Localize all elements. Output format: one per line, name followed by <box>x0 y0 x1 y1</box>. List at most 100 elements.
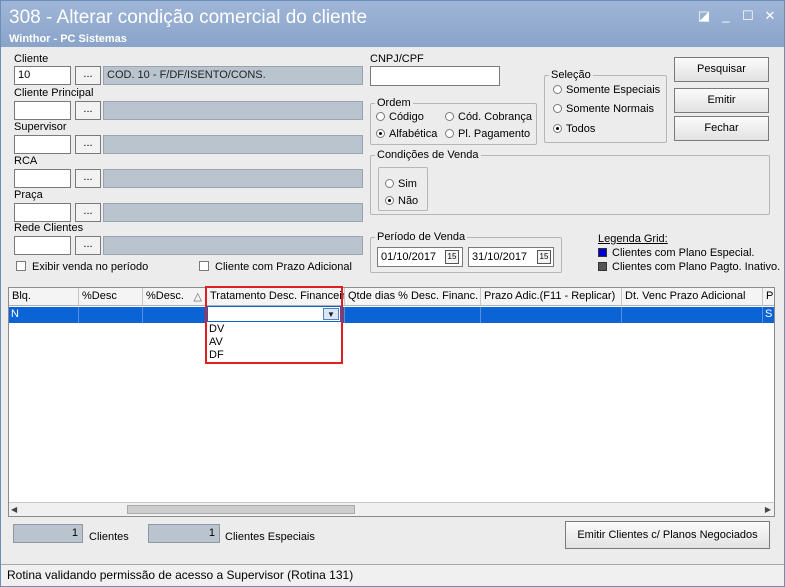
radio-dot-selected[interactable] <box>385 196 394 205</box>
radio-pl-pagamento[interactable]: Pl. Pagamento <box>445 128 530 140</box>
col-desc2[interactable]: %Desc. △ <box>143 288 207 306</box>
radio-nao-label: Não <box>398 195 419 207</box>
selecao-label: Seleção <box>549 69 593 81</box>
dropdown-option-df[interactable]: DF <box>209 349 224 361</box>
radio-dot-selected[interactable] <box>376 129 385 138</box>
legenda-especial: Clientes com Plano Especial. <box>598 247 754 259</box>
dropdown-list[interactable]: DV AV DF <box>207 322 341 362</box>
radio-dot[interactable] <box>376 112 385 121</box>
rca-desc <box>103 169 363 188</box>
cliente-code-input[interactable]: 10 <box>14 66 71 85</box>
cell-desc2[interactable] <box>143 307 207 323</box>
col-pl[interactable]: Pl <box>763 288 774 306</box>
praca-search-button[interactable]: ... <box>75 203 101 222</box>
col-dt-venc[interactable]: Dt. Venc Prazo Adicional <box>622 288 763 306</box>
rca-search-button[interactable]: ... <box>75 169 101 188</box>
cliente-principal-input[interactable] <box>14 101 71 120</box>
radio-especiais-label: Somente Especiais <box>566 84 661 96</box>
prazo-adicional-checkbox[interactable]: Cliente com Prazo Adicional <box>199 261 352 273</box>
radio-dot[interactable] <box>445 129 454 138</box>
radio-todos[interactable]: Todos <box>553 123 595 135</box>
table-row[interactable]: N S <box>9 307 774 323</box>
rede-clientes-label: Rede Clientes <box>14 222 84 234</box>
data-grid[interactable]: Blq. %Desc %Desc. △ Tratamento Desc. Fina… <box>8 287 775 517</box>
emitir-button[interactable]: Emitir <box>674 88 769 113</box>
radio-cod-cobranca[interactable]: Cód. Cobrança <box>445 111 532 123</box>
legenda-inativo-text: Clientes com Plano Pagto. Inativo. <box>612 261 781 273</box>
clientes-count: 1 <box>13 524 83 543</box>
radio-dot[interactable] <box>553 104 562 113</box>
cell-qtde[interactable] <box>345 307 481 323</box>
condicoes-group <box>370 155 770 215</box>
cliente-principal-desc <box>103 101 363 120</box>
rede-clientes-input[interactable] <box>14 236 71 255</box>
radio-alfabetica-label: Alfabética <box>389 128 438 140</box>
col-qtde-dias[interactable]: Qtde dias % Desc. Financ. <box>345 288 481 306</box>
col-desc[interactable]: %Desc <box>79 288 143 306</box>
horizontal-scrollbar[interactable]: ◀ ▶ <box>9 502 774 516</box>
chevron-down-icon[interactable]: ▼ <box>323 308 339 320</box>
clientes-count-label: Clientes <box>89 531 129 543</box>
scroll-thumb[interactable] <box>127 505 355 514</box>
cell-prazo[interactable] <box>481 307 622 323</box>
col-prazo-adic[interactable]: Prazo Adic.(F11 - Replicar) <box>481 288 622 306</box>
checkbox-box[interactable] <box>16 261 26 271</box>
radio-sim[interactable]: Sim <box>385 178 417 190</box>
checkbox-box[interactable] <box>199 261 209 271</box>
main-window: 308 - Alterar condição comercial do clie… <box>0 0 785 587</box>
dropdown-option-av[interactable]: AV <box>209 336 223 348</box>
close-icon[interactable]: ✕ <box>762 9 778 23</box>
condicoes-label: Condições de Venda <box>375 149 481 161</box>
legend-gray-square <box>598 262 607 271</box>
maximize-icon[interactable]: ☐ <box>740 9 756 23</box>
radio-normais-label: Somente Normais <box>566 103 655 115</box>
rede-clientes-search-button[interactable]: ... <box>75 236 101 255</box>
calendar-icon[interactable]: 15 <box>537 250 551 264</box>
emitir-label: Emitir <box>707 94 736 106</box>
radio-alfabetica[interactable]: Alfabética <box>376 128 437 140</box>
radio-somente-especiais[interactable]: Somente Especiais <box>553 84 660 96</box>
supervisor-input[interactable] <box>14 135 71 154</box>
emitir-planos-button[interactable]: Emitir Clientes c/ Planos Negociados <box>565 521 770 549</box>
radio-somente-normais[interactable]: Somente Normais <box>553 103 654 115</box>
sort-icon: △ <box>193 291 202 303</box>
radio-dot[interactable] <box>385 179 394 188</box>
cell-blq[interactable]: N <box>9 307 79 323</box>
rca-input[interactable] <box>14 169 71 188</box>
scroll-right-icon[interactable]: ▶ <box>765 505 771 514</box>
cliente-search-button[interactable]: ... <box>75 66 101 85</box>
prazo-adicional-label: Cliente com Prazo Adicional <box>215 261 352 273</box>
restore-icon[interactable]: ◪ <box>696 9 712 23</box>
cell-pl[interactable]: S <box>763 307 774 323</box>
pesquisar-button[interactable]: Pesquisar <box>674 57 769 82</box>
tratamento-dropdown[interactable]: ▼ <box>207 306 341 322</box>
radio-todos-label: Todos <box>566 123 596 135</box>
col-blq[interactable]: Blq. <box>9 288 79 306</box>
fechar-button[interactable]: Fechar <box>674 116 769 141</box>
especiais-count: 1 <box>148 524 220 543</box>
exibir-venda-label: Exibir venda no período <box>32 261 149 273</box>
cnpj-input[interactable] <box>370 66 500 86</box>
praca-input[interactable] <box>14 203 71 222</box>
periodo-label: Período de Venda <box>375 231 468 243</box>
cliente-principal-search-button[interactable]: ... <box>75 101 101 120</box>
emitir-planos-label: Emitir Clientes c/ Planos Negociados <box>577 529 758 541</box>
exibir-venda-checkbox[interactable]: Exibir venda no período <box>16 261 148 273</box>
radio-codigo[interactable]: Código <box>376 111 424 123</box>
minimize-icon[interactable]: _ <box>718 9 734 23</box>
scroll-left-icon[interactable]: ◀ <box>11 505 17 514</box>
praca-desc <box>103 203 363 222</box>
calendar-icon[interactable]: 15 <box>445 250 459 264</box>
dropdown-option-dv[interactable]: DV <box>209 323 224 335</box>
status-bar: Rotina validando permissão de acesso a S… <box>1 564 784 586</box>
rca-label: RCA <box>14 155 38 167</box>
radio-dot[interactable] <box>553 85 562 94</box>
cell-desc[interactable] <box>79 307 143 323</box>
radio-nao[interactable]: Não <box>385 195 418 207</box>
cell-dt-venc[interactable] <box>622 307 763 323</box>
radio-dot[interactable] <box>445 112 454 121</box>
supervisor-label: Supervisor <box>14 121 67 133</box>
supervisor-desc <box>103 135 363 154</box>
radio-dot-selected[interactable] <box>553 124 562 133</box>
supervisor-search-button[interactable]: ... <box>75 135 101 154</box>
